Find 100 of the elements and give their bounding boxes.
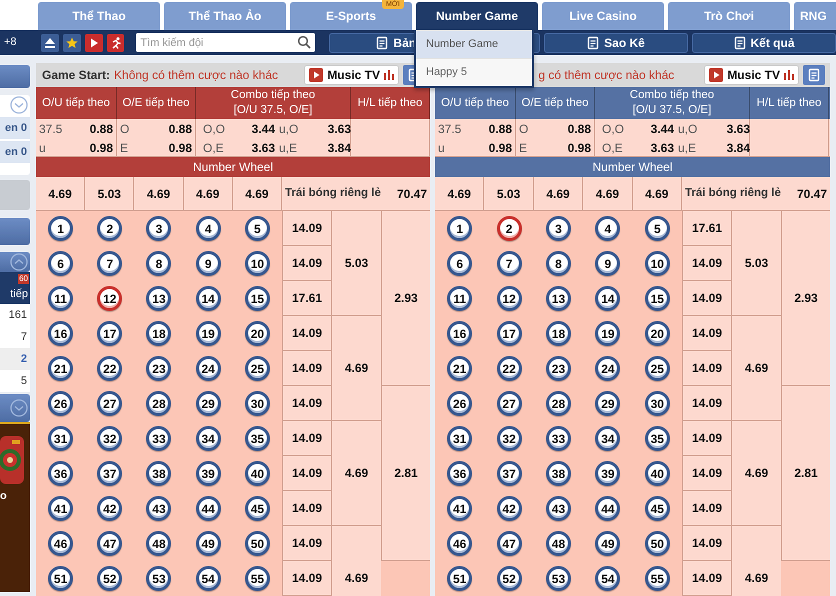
number-ball[interactable]: 15 [244, 286, 270, 311]
number-ball[interactable]: 25 [644, 356, 670, 381]
number-ball[interactable]: 46 [447, 531, 472, 556]
number-ball[interactable]: 31 [447, 426, 472, 451]
number-ball[interactable]: 50 [644, 531, 670, 556]
number-ball[interactable]: 37 [496, 461, 522, 486]
odds-cell[interactable]: 4.69 [331, 526, 381, 596]
number-ball[interactable]: 25 [244, 356, 270, 381]
number-ball[interactable]: 9 [196, 251, 221, 276]
number-ball[interactable]: 18 [146, 321, 172, 346]
number-ball[interactable]: 6 [447, 251, 472, 276]
number-ball[interactable]: 40 [244, 461, 270, 486]
number-ball[interactable]: 7 [97, 251, 122, 276]
number-ball[interactable]: 22 [496, 356, 522, 381]
number-ball[interactable]: 46 [48, 531, 74, 556]
number-ball[interactable]: 35 [644, 426, 670, 451]
odds-value[interactable]: 0.98 [90, 138, 113, 156]
number-ball[interactable]: 22 [97, 356, 122, 381]
number-ball[interactable]: 54 [196, 566, 221, 591]
odds-cell[interactable]: 4.69 [331, 421, 381, 526]
odds-value[interactable]: 3.63 [642, 138, 674, 156]
odds-cell[interactable]: 2.81 [781, 386, 830, 561]
number-ball[interactable]: 5 [644, 216, 670, 241]
odds-cell[interactable]: 14.09 [682, 421, 731, 456]
number-ball[interactable]: 16 [447, 321, 472, 346]
odds-cell[interactable]: 5.03 [484, 177, 534, 210]
music-tv-button[interactable]: Music TV [304, 65, 399, 85]
odds-cell[interactable]: 14.09 [282, 211, 331, 246]
number-ball[interactable]: 47 [97, 531, 122, 556]
number-ball[interactable]: 28 [146, 391, 172, 416]
odds-cell[interactable]: 14.09 [682, 456, 731, 491]
number-ball[interactable]: 37 [97, 461, 122, 486]
odds-cell[interactable]: 14.09 [282, 351, 331, 386]
odds-value[interactable]: 3.63 [718, 120, 750, 138]
number-ball[interactable]: 30 [244, 391, 270, 416]
number-ball[interactable]: 53 [546, 566, 571, 591]
number-ball[interactable]: 26 [447, 391, 472, 416]
number-ball[interactable]: 48 [546, 531, 571, 556]
odds-cell[interactable]: 14.09 [282, 561, 331, 596]
toolbar-button[interactable]: Kết quả [692, 32, 836, 52]
number-ball[interactable]: 10 [644, 251, 670, 276]
number-ball[interactable]: 47 [496, 531, 522, 556]
number-ball[interactable]: 40 [644, 461, 670, 486]
number-ball[interactable]: 4 [595, 216, 620, 241]
odds-cell[interactable]: 14.09 [682, 526, 731, 561]
number-ball[interactable]: 13 [546, 286, 571, 311]
number-ball[interactable]: 20 [244, 321, 270, 346]
number-ball[interactable]: 18 [546, 321, 571, 346]
number-ball[interactable]: 48 [146, 531, 172, 556]
odds-cell[interactable]: 4.69 [184, 177, 233, 210]
menu-item[interactable]: Happy 5 [416, 58, 532, 86]
odds-cell[interactable]: 14.09 [682, 246, 731, 281]
upload-icon[interactable] [41, 34, 60, 52]
number-ball[interactable]: 16 [48, 321, 74, 346]
sidebar-row[interactable]: en 0 [0, 117, 30, 139]
odds-value[interactable]: 3.84 [718, 138, 750, 156]
number-ball[interactable]: 21 [447, 356, 472, 381]
number-ball[interactable]: 19 [196, 321, 221, 346]
number-ball[interactable]: 19 [595, 321, 620, 346]
number-ball[interactable]: 39 [196, 461, 221, 486]
number-ball[interactable]: 4 [196, 216, 221, 241]
odds-cell[interactable]: 14.09 [282, 456, 331, 491]
odds-cell[interactable]: 2.93 [381, 211, 430, 386]
odds-cell[interactable]: 5.03 [331, 211, 381, 316]
number-ball[interactable]: 17 [496, 321, 522, 346]
odds-cell[interactable]: Trái bóng riêng lẻ 70.47 [682, 177, 830, 210]
number-ball[interactable]: 24 [595, 356, 620, 381]
number-ball[interactable]: 27 [496, 391, 522, 416]
number-ball[interactable]: 10 [244, 251, 270, 276]
odds-cell[interactable]: 14.09 [282, 526, 331, 561]
music-tv-button[interactable]: Music TV [704, 65, 799, 85]
number-ball[interactable]: 32 [496, 426, 522, 451]
nav-tab[interactable]: Number Game [416, 2, 538, 30]
odds-cell[interactable]: 4.69 [731, 316, 781, 421]
number-ball[interactable]: 55 [244, 566, 270, 591]
number-ball[interactable]: 38 [146, 461, 172, 486]
odds-cell[interactable]: 4.69 [731, 421, 781, 526]
play-icon[interactable] [84, 34, 103, 52]
number-ball[interactable]: 52 [496, 566, 522, 591]
number-ball[interactable]: 50 [244, 531, 270, 556]
sidebar-panel-header[interactable] [0, 394, 30, 422]
number-ball[interactable]: 30 [644, 391, 670, 416]
number-ball[interactable]: 32 [97, 426, 122, 451]
odds-value[interactable]: 0.88 [168, 120, 192, 138]
number-ball[interactable]: 11 [447, 286, 472, 311]
number-ball[interactable]: 1 [48, 216, 74, 241]
odds-cell[interactable]: 14.09 [282, 421, 331, 456]
odds-cell[interactable]: 4.69 [331, 316, 381, 421]
odds-value[interactable]: 0.88 [568, 120, 591, 138]
number-ball[interactable]: 44 [196, 496, 221, 521]
number-ball[interactable]: 3 [146, 216, 172, 241]
odds-value[interactable]: 3.63 [243, 138, 275, 156]
number-ball[interactable]: 3 [546, 216, 571, 241]
odds-cell[interactable]: 4.69 [534, 177, 584, 210]
odds-cell[interactable]: 14.09 [682, 281, 731, 316]
number-ball[interactable]: 41 [48, 496, 74, 521]
number-ball[interactable]: 13 [146, 286, 172, 311]
odds-cell[interactable]: 14.09 [282, 316, 331, 351]
number-ball[interactable]: 6 [48, 251, 74, 276]
odds-cell[interactable]: Trái bóng riêng lẻ 70.47 [282, 177, 430, 210]
